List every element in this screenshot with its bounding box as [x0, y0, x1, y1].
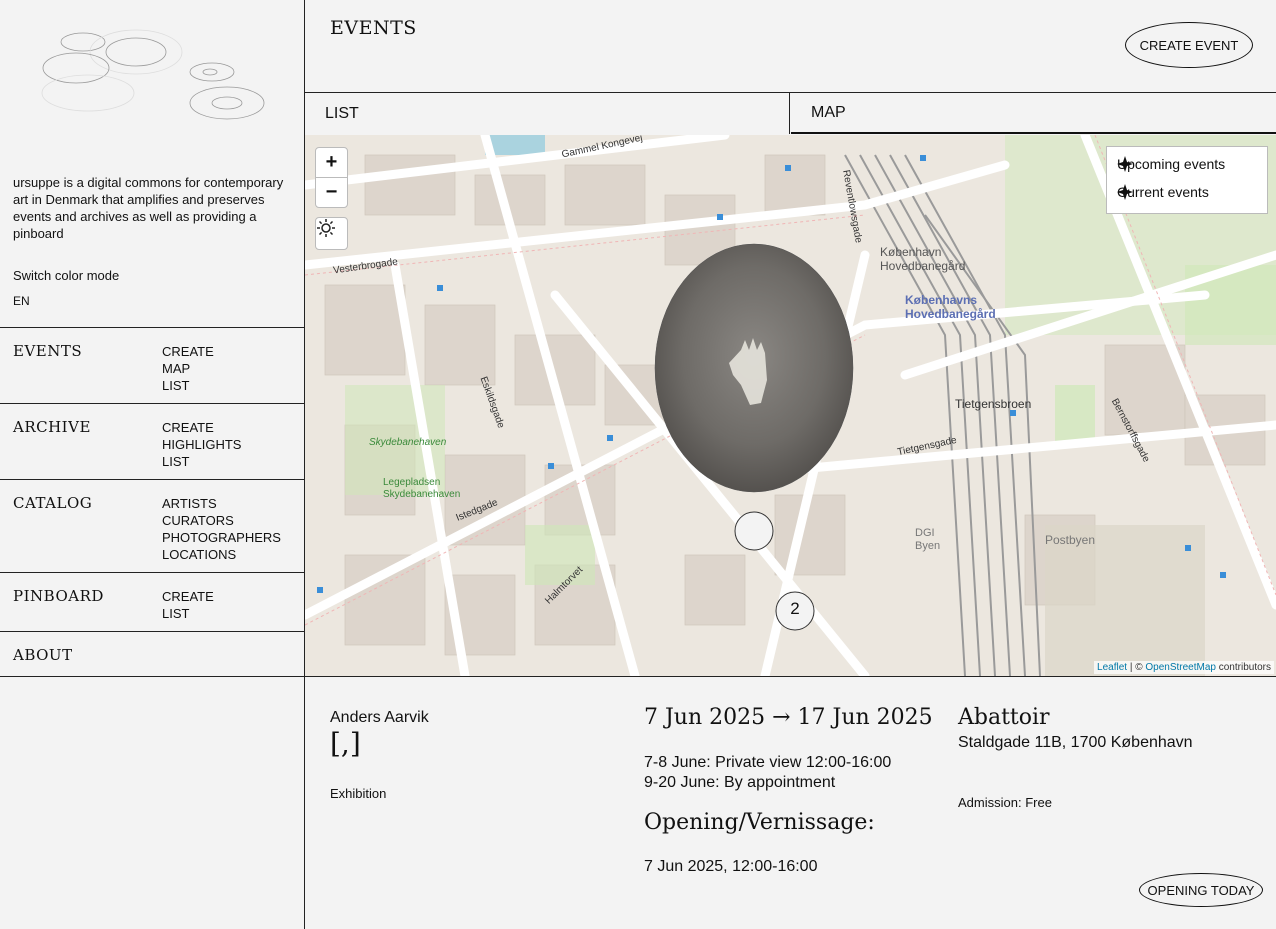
map-label-hovedbanegard: Hovedbanegård [880, 259, 966, 273]
map-label-kobenhavns: Københavns [905, 293, 978, 307]
nav-link-pinboard-create[interactable]: CREATE [162, 588, 214, 605]
osm-link[interactable]: OpenStreetMap [1145, 662, 1216, 673]
event-artist[interactable]: Anders Aarvik [330, 709, 429, 727]
switch-color-mode-button[interactable]: Switch color mode [13, 268, 119, 283]
event-schedule: 7-8 June: Private view 12:00-16:00 9-20 … [644, 753, 891, 793]
nav-link-archive-list[interactable]: LIST [162, 453, 241, 470]
legend-upcoming-events[interactable]: Upcoming events [1117, 156, 1225, 172]
nav-title-archive[interactable]: ARCHIVE [13, 418, 91, 436]
view-tabs: LIST MAP [305, 93, 1276, 135]
nav-title-about[interactable]: ABOUT [13, 646, 73, 664]
attribution-separator: | © [1127, 662, 1146, 673]
event-dates: 7 Jun 2025 → 17 Jun 2025 [644, 705, 933, 730]
map-label-skydebanehaven-sub: Skydebanehaven [383, 489, 461, 500]
nav-title-events[interactable]: EVENTS [13, 342, 82, 360]
zoom-out-button[interactable]: − [315, 177, 348, 208]
nav-link-events-list[interactable]: LIST [162, 377, 214, 394]
sparkle-icon [1117, 184, 1133, 200]
map-label-hovedbanegard-station: København Hovedbanegård [880, 245, 965, 273]
color-mode-map-button[interactable] [315, 217, 348, 250]
map-label-legepladsen-name: Legepladsen [383, 477, 441, 488]
zoom-in-button[interactable]: + [315, 147, 348, 178]
opening-time: 7 Jun 2025, 12:00-16:00 [644, 858, 818, 875]
schedule-line: 7-8 June: Private view 12:00-16:00 [644, 754, 892, 771]
map-label-byen: Byen [915, 540, 941, 552]
nav-section-events: EVENTS CREATE MAP LIST [0, 327, 304, 404]
ursuppe-logo[interactable] [36, 28, 276, 128]
map-attribution: Leaflet | © OpenStreetMap contributors [1094, 661, 1274, 674]
nav-link-catalog-curators[interactable]: CURATORS [162, 512, 281, 529]
map-view[interactable]: Vesterbrogade Gammel Kongevej København … [305, 135, 1276, 677]
nav-title-pinboard[interactable]: PINBOARD [13, 587, 104, 605]
opening-today-badge[interactable]: OPENING TODAY [1139, 873, 1263, 907]
legend-current-events[interactable]: Current events [1117, 184, 1209, 200]
map-label-dgi-byen: DGI Byen [915, 527, 940, 553]
map-label-postbyen: Postbyen [1045, 533, 1096, 547]
nav-section-catalog: CATALOG ARTISTS CURATORS PHOTOGRAPHERS L… [0, 479, 304, 573]
sidebar: ursuppe is a digital commons for contemp… [0, 0, 305, 929]
event-title[interactable]: [,] [330, 727, 361, 760]
map-tiles[interactable] [305, 135, 1276, 676]
event-admission: Admission: Free [958, 795, 1052, 810]
page-title: EVENTS [330, 17, 417, 39]
schedule-line: 9-20 June: By appointment [644, 774, 836, 791]
opening-heading: Opening/Vernissage: [644, 810, 875, 835]
header: EVENTS CREATE EVENT [305, 0, 1276, 93]
sparkle-icon [1117, 156, 1133, 172]
map-label-dgi: DGI [915, 527, 935, 539]
nav-link-catalog-photographers[interactable]: PHOTOGRAPHERS [162, 529, 281, 546]
nav-link-archive-create[interactable]: CREATE [162, 419, 241, 436]
nav-link-catalog-artists[interactable]: ARTISTS [162, 495, 281, 512]
language-toggle[interactable]: EN [13, 294, 30, 308]
map-cluster-count[interactable]: 2 [776, 599, 814, 619]
nav-title-catalog[interactable]: CATALOG [13, 494, 92, 512]
event-address: Staldgade 11B, 1700 København [958, 734, 1193, 751]
leaflet-link[interactable]: Leaflet [1097, 662, 1127, 673]
nav-link-events-map[interactable]: MAP [162, 360, 214, 377]
map-label-tietgensbroen: Tietgensbroen [955, 397, 1032, 411]
nav-section-archive: ARCHIVE CREATE HIGHLIGHTS LIST [0, 403, 304, 480]
nav-link-catalog-locations[interactable]: LOCATIONS [162, 546, 281, 563]
map-label-station-blue: Københavns Hovedbanegård [905, 293, 996, 321]
legend-upcoming-label: Upcoming events [1117, 156, 1226, 172]
event-details: Anders Aarvik [,] Exhibition 7 Jun 2025 … [305, 677, 1276, 929]
map-label-legepladsen: Legepladsen Skydebanehaven [383, 477, 460, 501]
tab-map[interactable]: MAP [791, 93, 1276, 134]
sun-icon [317, 219, 335, 237]
create-event-button[interactable]: CREATE EVENT [1125, 22, 1253, 68]
map-label-hovedbanegard-blue: Hovedbanegård [905, 307, 996, 321]
nav-link-pinboard-list[interactable]: LIST [162, 605, 214, 622]
map-legend: Upcoming events Current events [1106, 146, 1268, 214]
event-type: Exhibition [330, 786, 387, 801]
map-label-skydebanehaven: Skydebanehaven [369, 437, 447, 448]
tab-list[interactable]: LIST [305, 93, 790, 134]
intro-text: ursuppe is a digital commons for contemp… [13, 175, 284, 241]
attribution-suffix: contributors [1215, 662, 1271, 673]
nav-link-archive-highlights[interactable]: HIGHLIGHTS [162, 436, 241, 453]
nav-link-events-create[interactable]: CREATE [162, 343, 214, 360]
nav-section-about: ABOUT [0, 631, 304, 677]
map-label-kobenhavn: København [880, 245, 942, 259]
nav-section-pinboard: PINBOARD CREATE LIST [0, 572, 304, 632]
event-venue[interactable]: Abattoir [958, 705, 1050, 730]
